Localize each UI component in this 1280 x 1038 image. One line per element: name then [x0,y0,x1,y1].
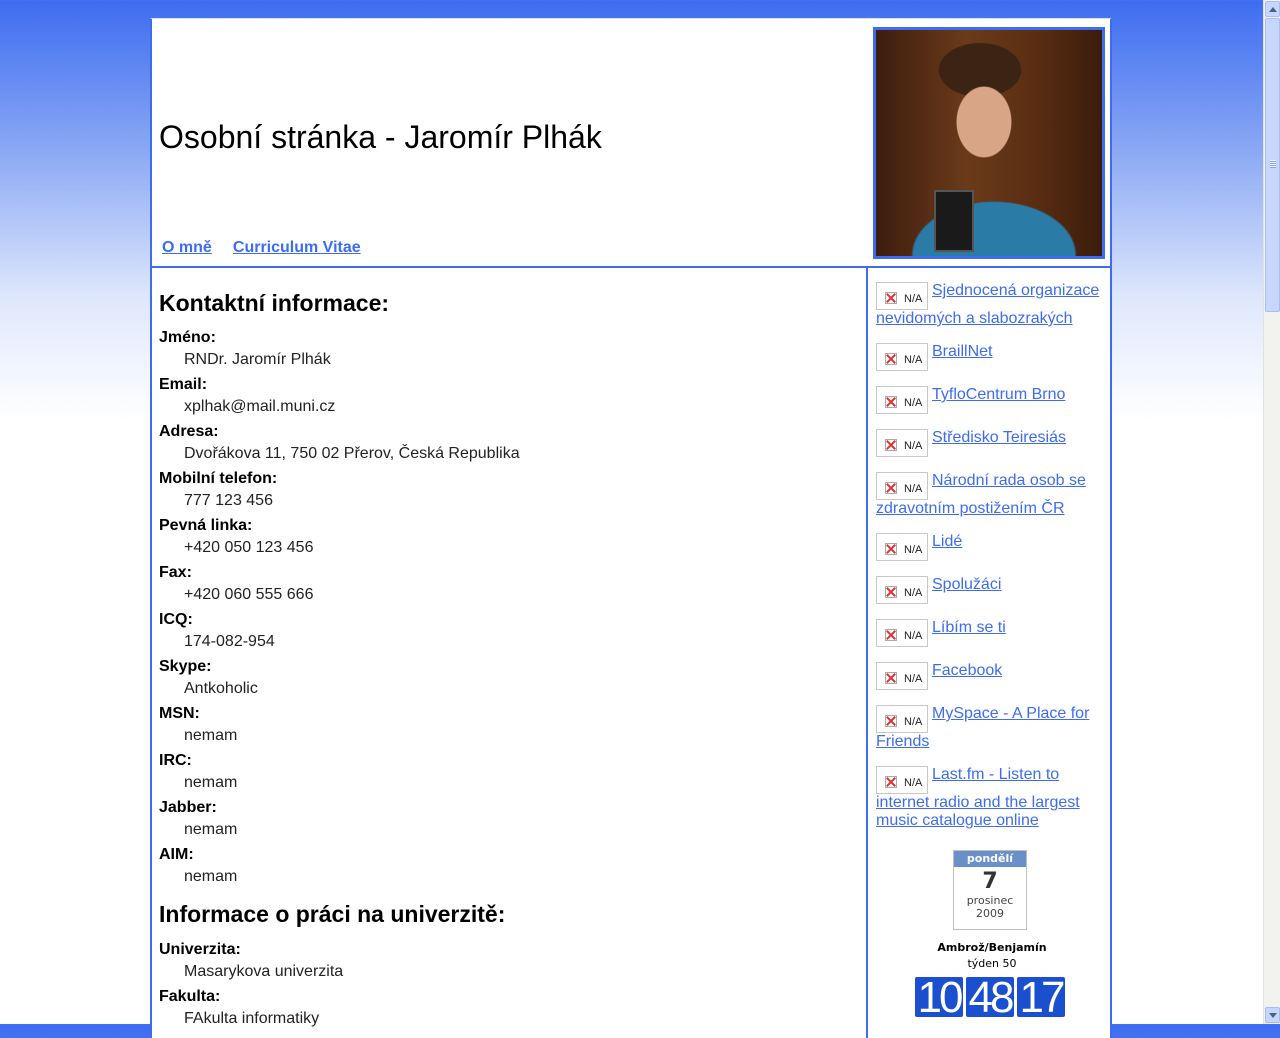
contact-field-jabber: Jabber: nemam [159,799,237,839]
clock-hours: 10 [915,977,963,1017]
page-container: Osobní stránka - Jaromír Plhák O mně Cur… [150,18,1112,1038]
contact-field-msn: MSN: nemam [159,705,237,745]
sidebar-link-item: N/A Lidé [876,533,1106,561]
broken-image-icon: N/A [876,705,928,733]
broken-image-icon: N/A [876,662,928,690]
broken-image-icon: N/A [876,472,928,500]
field-value: RNDr. Jaromír Plhák [184,351,331,368]
main-content: Kontaktní informace: Jméno: RNDr. Jaromír… [152,268,868,1038]
sidebar-link[interactable]: Facebook [932,662,1002,679]
field-value: Antkoholic [184,680,258,697]
name-day: Ambrož/Benjamín [937,941,1047,954]
grip-icon [1270,160,1276,168]
field-value: Dvořákova 11, 750 02 Přerov, Česká Repub… [184,445,520,462]
field-value: 174-082-954 [184,633,275,650]
broken-image-icon: N/A [876,343,928,371]
field-value: Masarykova univerzita [184,963,344,980]
calendar-widget: pondělí 7 prosinec 2009 [953,850,1027,930]
contact-field-landline: Pevná linka: +420 050 123 456 [159,517,313,557]
field-label: Fakulta: [159,988,221,1005]
profile-photo [873,27,1105,259]
field-label: ICQ: [159,611,193,628]
field-label: Jabber: [159,799,217,816]
field-value: nemam [184,821,238,838]
sidebar-link-item: N/A Líbím se ti [876,619,1106,647]
sidebar-link-item: N/A Spolužáci [876,576,1106,604]
contact-field-icq: ICQ: 174-082-954 [159,611,275,651]
top-nav: O mně Curriculum Vitae [162,237,377,257]
week-number: týden 50 [967,957,1017,970]
clock-widget: 10 48 17 [915,977,1065,1017]
broken-image-icon: N/A [876,282,928,310]
field-label: Email: [159,376,208,393]
header: Osobní stránka - Jaromír Plhák O mně Cur… [152,19,1110,268]
sidebar-link-item: N/A Sjednocená organizace nevidomých a sl… [876,282,1106,328]
photo-background-monitor [934,190,974,252]
field-value: nemam [184,868,238,885]
page-title: Osobní stránka - Jaromír Plhák [159,119,602,155]
sidebar-link-item: N/A Facebook [876,662,1106,690]
field-label: Pevná linka: [159,517,253,534]
clock-minutes: 48 [966,977,1014,1017]
contact-field-aim: AIM: nemam [159,846,237,886]
broken-image-icon: N/A [876,386,928,414]
sidebar-link[interactable]: Spolužáci [932,576,1001,593]
contact-heading: Kontaktní informace: [159,290,390,316]
field-value: xplhak@mail.muni.cz [184,398,336,415]
calendar-month: prosinec [966,894,1014,907]
university-field-faculty: Fakulta: FAkulta informatiky [159,988,319,1028]
nav-link-cv[interactable]: Curriculum Vitae [233,239,361,256]
field-value: 777 123 456 [184,492,273,509]
calendar-day: 7 [982,869,998,894]
contact-field-address: Adresa: Dvořákova 11, 750 02 Přerov, Česk… [159,423,520,463]
field-label: Mobilní telefon: [159,470,278,487]
contact-field-skype: Skype: Antkoholic [159,658,258,698]
clock-seconds: 17 [1017,977,1065,1017]
sidebar-link-item: N/A BraillNet [876,343,1106,371]
contact-field-irc: IRC: nemam [159,752,237,792]
scroll-up-arrow-icon[interactable] [1265,1,1280,17]
field-label: AIM: [159,846,194,863]
contact-field-fax: Fax: +420 060 555 666 [159,564,313,604]
sidebar-link[interactable]: TyfloCentrum Brno [932,386,1065,403]
calendar-weekday: pondělí [954,851,1026,867]
broken-image-icon: N/A [876,429,928,457]
field-label: MSN: [159,705,200,722]
field-label: Adresa: [159,423,219,440]
sidebar-link[interactable]: BraillNet [932,343,992,360]
university-heading: Informace o práci na univerzitě: [159,901,506,927]
field-value: nemam [184,774,238,791]
field-label: Skype: [159,658,212,675]
sidebar-link[interactable]: Středisko Teiresiás [932,429,1066,446]
field-value: FAkulta informatiky [184,1010,320,1027]
calendar-year: 2009 [976,907,1004,920]
broken-image-icon: N/A [876,576,928,604]
field-label: Fax: [159,564,192,581]
sidebar-link-item: N/A Středisko Teiresiás [876,429,1106,457]
university-field-university: Univerzita: Masarykova univerzita [159,941,343,981]
vertical-scrollbar[interactable] [1263,0,1280,1024]
field-value: nemam [184,727,238,744]
sidebar-link[interactable]: Lidé [932,533,962,550]
broken-image-icon: N/A [876,619,928,647]
scroll-down-arrow-icon[interactable] [1265,1007,1280,1023]
contact-field-name: Jméno: RNDr. Jaromír Plhák [159,329,331,369]
sidebar-link[interactable]: Líbím se ti [932,619,1006,636]
contact-field-email: Email: xplhak@mail.muni.cz [159,376,335,416]
field-label: Univerzita: [159,941,241,958]
field-label: IRC: [159,752,192,769]
nav-link-about[interactable]: O mně [162,239,212,256]
field-value: +420 050 123 456 [184,539,314,556]
contact-field-mobile: Mobilní telefon: 777 123 456 [159,470,277,510]
sidebar-link-item: N/A Last.fm - Listen to internet radio an… [876,766,1106,830]
field-value: +420 060 555 666 [184,586,314,603]
sidebar-link-item: N/A Národní rada osob se zdravotním posti… [876,472,1106,518]
broken-image-icon: N/A [876,766,928,794]
scrollbar-thumb[interactable] [1265,18,1280,312]
broken-image-icon: N/A [876,533,928,561]
sidebar-link-item: N/A MySpace - A Place for Friends [876,705,1106,751]
sidebar-link-item: N/A TyfloCentrum Brno [876,386,1106,414]
field-label: Jméno: [159,329,216,346]
